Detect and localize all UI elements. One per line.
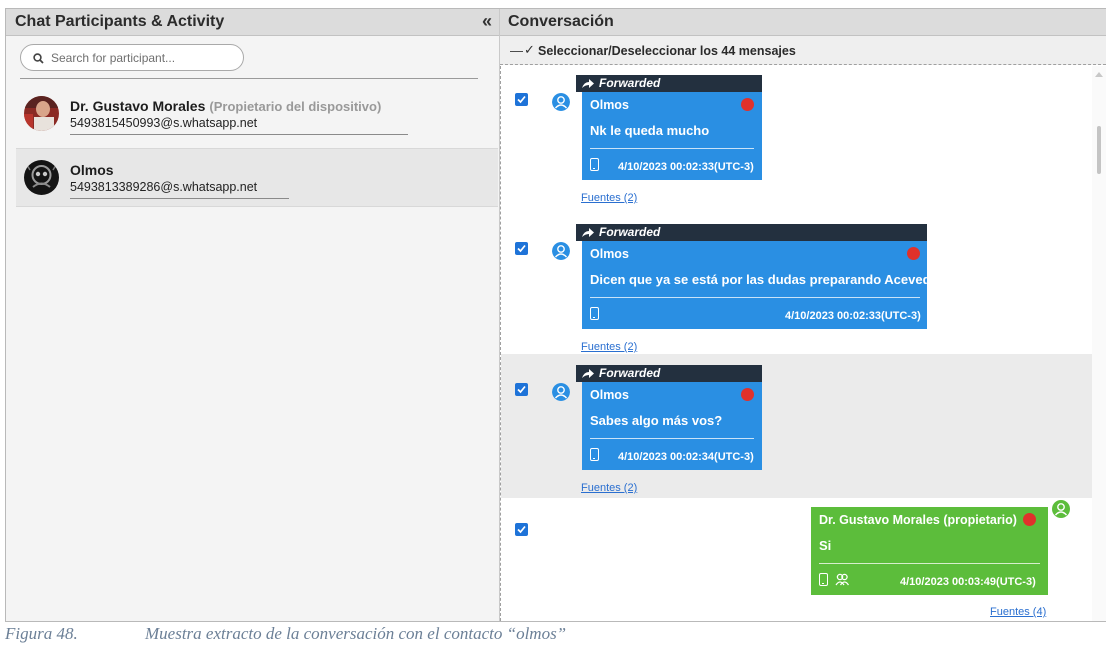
message-checkbox[interactable]: [515, 93, 528, 106]
forwarded-banner: Forwarded: [576, 75, 762, 92]
application-window: Chat Participants & Activity « Search fo…: [5, 8, 1106, 622]
figure-caption: Figura 48. Muestra extracto de la convers…: [5, 624, 566, 644]
message-bubble-outgoing[interactable]: Dr. Gustavo Morales (propietario) Si 4/1…: [811, 507, 1048, 595]
participant-name: Dr. Gustavo Morales (Propietario del disp…: [70, 98, 381, 114]
checkbox-checked-icon: [517, 385, 526, 394]
forwarded-label: Forwarded: [599, 366, 661, 380]
sources-link[interactable]: Fuentes (4): [990, 606, 1046, 618]
participant-role: (Propietario del dispositivo): [209, 99, 382, 114]
participants-panel-header: Chat Participants & Activity «: [6, 9, 499, 36]
participant-phone: 5493815450993@s.whatsapp.net: [70, 116, 408, 135]
check-icon: ✓: [524, 42, 535, 57]
forward-arrow-icon: [582, 228, 594, 237]
select-all-bar[interactable]: — ✓ Seleccionar/Deseleccionar los 44 men…: [500, 36, 1106, 65]
conversation-panel-header: Conversación: [500, 9, 1106, 36]
participant-item-gustavo-morales[interactable]: Dr. Gustavo Morales (Propietario del disp…: [16, 85, 498, 144]
message-checkbox[interactable]: [515, 383, 528, 396]
message-bubble[interactable]: Olmos Nk le queda mucho 4/10/2023 00:02:…: [582, 92, 762, 180]
vertical-scrollbar[interactable]: [1092, 66, 1106, 621]
message-sender: Dr. Gustavo Morales (propietario): [819, 513, 1017, 527]
message-bubble[interactable]: Olmos Sabes algo más vos? 4/10/2023 00:0…: [582, 382, 762, 470]
forward-arrow-icon: [582, 79, 594, 88]
message-text: Nk le queda mucho: [590, 123, 710, 138]
user-icon: [1052, 500, 1070, 518]
message-timestamp: 4/10/2023 00:02:34(UTC-3): [618, 451, 754, 463]
phone-icon: [590, 158, 599, 171]
message-bubble[interactable]: Olmos Dicen que ya se está por las dudas…: [582, 241, 938, 329]
status-dot-icon: [741, 98, 754, 111]
participant-name-text: Dr. Gustavo Morales: [70, 98, 206, 114]
forwarded-banner: Forwarded: [576, 365, 762, 382]
checkbox-checked-icon: [517, 525, 526, 534]
participant-item-olmos[interactable]: Olmos 5493813389286@s.whatsapp.net: [16, 148, 498, 207]
figure-caption-text: Muestra extracto de la conversación con …: [145, 624, 567, 643]
message-list: Forwarded Olmos Nk le queda mucho 4/10/2…: [500, 66, 1106, 621]
participant-name: Olmos: [70, 162, 114, 178]
message-text: Si: [819, 538, 832, 553]
scrollbar-thumb[interactable]: [1097, 126, 1101, 174]
conversation-panel-title: Conversación: [508, 13, 614, 30]
select-all-label[interactable]: Seleccionar/Deseleccionar los 44 mensaje…: [538, 44, 796, 58]
status-dot-icon: [741, 388, 754, 401]
participant-search-box[interactable]: [20, 44, 244, 71]
sources-link[interactable]: Fuentes (2): [581, 192, 637, 204]
status-dot-icon: [907, 247, 920, 260]
bubble-divider: [590, 297, 920, 298]
sources-link[interactable]: Fuentes (2): [581, 341, 637, 353]
sources-link[interactable]: Fuentes (2): [581, 482, 637, 494]
participant-phone: 5493813389286@s.whatsapp.net: [70, 180, 289, 199]
avatar: [24, 96, 59, 131]
message-sender: Olmos: [590, 247, 629, 261]
forward-arrow-icon: [582, 369, 594, 378]
message-sender: Olmos: [590, 388, 629, 402]
indeterminate-icon: —: [510, 43, 523, 58]
message-row: Dr. Gustavo Morales (propietario) Si 4/1…: [501, 498, 1093, 621]
forwarded-banner: Forwarded: [576, 224, 927, 241]
avatar: [24, 160, 59, 195]
collapse-panel-icon[interactable]: «: [482, 11, 492, 32]
message-text: Sabes algo más vos?: [590, 413, 723, 428]
phone-icon: [590, 448, 599, 461]
message-timestamp: 4/10/2023 00:02:33(UTC-3): [785, 310, 921, 322]
status-dot-icon: [1023, 513, 1036, 526]
participants-icon: [835, 573, 850, 586]
participants-panel-title: Chat Participants & Activity: [15, 13, 225, 30]
message-timestamp: 4/10/2023 00:02:33(UTC-3): [618, 161, 754, 173]
figure-number: Figura 48.: [5, 624, 78, 643]
message-sender: Olmos: [590, 98, 629, 112]
message-row-selected: Forwarded Olmos Sabes algo más vos? 4/10…: [501, 354, 1093, 498]
message-text: Dicen que ya se está por las dudas prepa…: [590, 272, 939, 287]
checkbox-checked-icon: [517, 244, 526, 253]
participant-search-input[interactable]: [51, 49, 236, 67]
user-icon: [552, 93, 570, 111]
conversation-panel: Conversación — ✓ Seleccionar/Deseleccion…: [500, 9, 1106, 621]
search-icon: [33, 53, 44, 64]
message-timestamp: 4/10/2023 00:03:49(UTC-3): [900, 576, 1036, 588]
forwarded-label: Forwarded: [599, 76, 661, 90]
message-checkbox[interactable]: [515, 523, 528, 536]
bubble-divider: [590, 438, 754, 439]
participants-panel: Chat Participants & Activity « Search fo…: [6, 9, 500, 621]
bubble-divider: [590, 148, 754, 149]
user-icon: [552, 383, 570, 401]
user-icon: [552, 242, 570, 260]
search-divider: [20, 78, 478, 79]
bubble-divider: [819, 563, 1040, 564]
message-checkbox[interactable]: [515, 242, 528, 255]
checkbox-checked-icon: [517, 95, 526, 104]
message-row: Forwarded Olmos Nk le queda mucho 4/10/2…: [501, 66, 1093, 208]
message-row: Forwarded Olmos Dicen que ya se está por…: [501, 215, 1093, 356]
phone-icon: [819, 573, 828, 586]
scroll-up-arrow-icon[interactable]: [1095, 72, 1103, 77]
forwarded-label: Forwarded: [599, 225, 661, 239]
phone-icon: [590, 307, 599, 320]
